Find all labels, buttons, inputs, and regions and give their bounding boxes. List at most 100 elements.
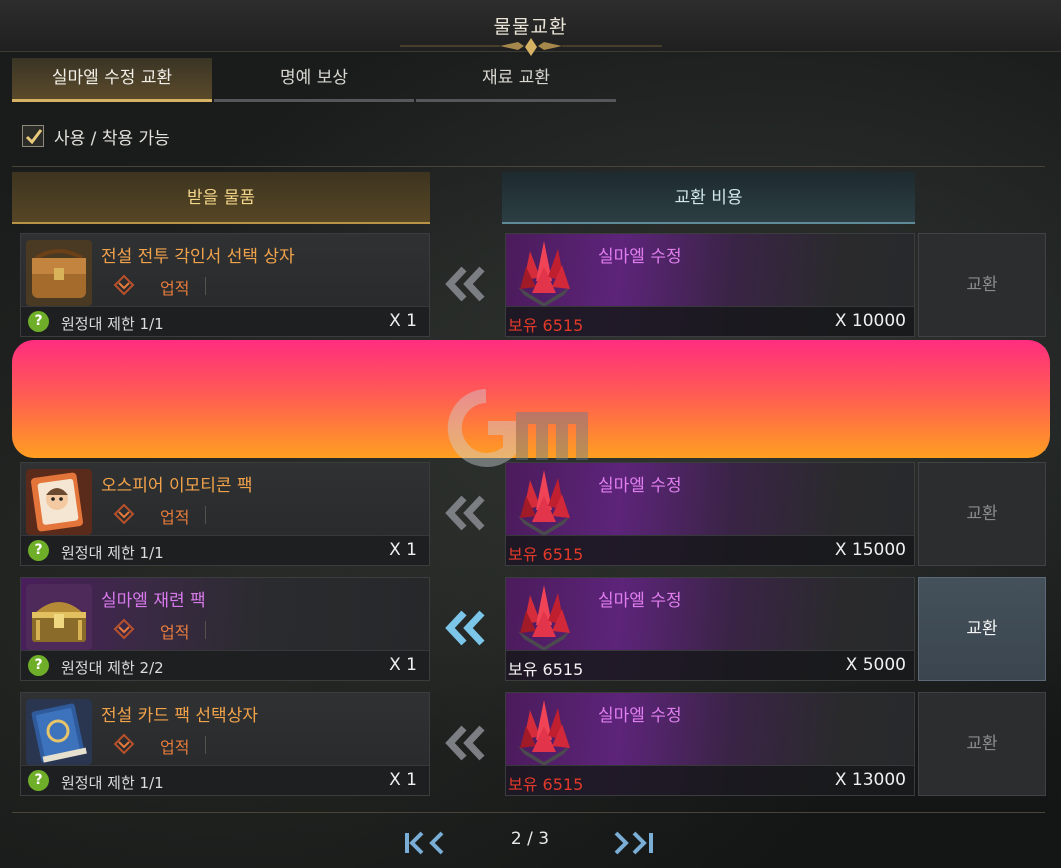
cost-quantity: X 12500 [834,425,906,445]
owned-amount: 보유 6515 [508,775,584,794]
silmael-crystal-icon [518,585,570,651]
item-grade: 업적 [160,279,190,298]
exchange-button[interactable]: 교환 [918,233,1046,337]
exchange-row: 실마엘 재련 팩 업적 ? 원정대 제한 2/2 X 1 실마엘 수정 보유 6… [0,577,1061,683]
owned-amount: 보유 6515 [508,660,584,679]
grade-chevron-icon [113,503,135,525]
exchange-button[interactable]: 교환 [918,462,1046,566]
help-icon[interactable]: ? [28,655,49,676]
limit-text: 원정대 제한 1/1 [61,315,164,333]
item-name: 전설 전투 각인서 선택 상자 [101,247,295,267]
limit-bar: ? 원정대 제한 1/1 X 1 [21,535,429,565]
usable-filter-label: 사용 / 착용 가능 [54,128,170,149]
exchange-row: 오스피어 이모티콘 팩 업적 ? 원정대 제한 1/1 X 1 실마엘 수정 보… [0,462,1061,568]
receive-items-header: 받을 물품 [12,172,430,224]
cost-slot: 실마엘 수정 보유 6515 X 15000 [505,462,915,566]
help-icon[interactable]: ? [28,311,49,332]
limit-text: 원정대 제한 1/1 [61,429,164,447]
page-indicator: 2 / 3 [510,829,550,849]
divider [205,506,206,524]
divider [12,166,1045,167]
limit-bar: ? 원정대 제한 1/1 X 1 [21,306,429,336]
item-name: 실마엘 재련 팩 [101,591,206,611]
leather-bag-icon [26,240,92,306]
tab-material-exchange[interactable]: 재료 교환 [416,58,616,102]
divider [205,621,206,639]
owned-amount: 보유 6515 [508,545,584,564]
item-grade: 업적 [160,393,190,412]
limit-bar: ? 원정대 제한 1/1 X 1 [21,765,429,795]
cost-slot: 실마엘 수정 보유 6515 X 13000 [505,692,915,796]
silmael-crystal-icon [518,700,570,766]
item-quantity: X 1 [389,311,417,331]
cost-quantity: X 10000 [834,311,906,331]
first-page-icon[interactable] [402,830,450,856]
item-name: 로웬식 슈납스 [101,361,201,381]
tab-silmael-exchange[interactable]: 실마엘 수정 교환 [12,58,212,102]
schnapps-drink-icon [26,354,92,420]
cost-slot: 실마엘 수정 보유 6515 X 5000 [505,577,915,681]
cost-item-name: 실마엘 수정 [598,361,682,381]
usable-filter: 사용 / 착용 가능 [22,122,170,150]
window-title: 물물교환 [493,16,568,38]
double-chevron-left-icon [445,610,485,646]
divider [205,277,206,295]
cost-quantity: X 15000 [834,540,906,560]
grade-chevron-icon [113,618,135,640]
double-chevron-left-icon [445,495,485,531]
item-name: 오스피어 이모티콘 팩 [101,476,253,496]
reward-item-slot[interactable]: 로웬식 슈납스 업적 ? 원정대 제한 1/1 X 1 [20,347,430,451]
cost-item-name: 실마엘 수정 [598,247,682,267]
reward-item-slot[interactable]: 전설 전투 각인서 선택 상자 업적 ? 원정대 제한 1/1 X 1 [20,233,430,337]
help-icon[interactable]: ? [28,540,49,561]
limit-text: 원정대 제한 1/1 [61,544,164,562]
cost-slot: 실마엘 수정 보유 6515 X 10000 [505,233,915,337]
card-pack-book-icon [26,699,92,765]
help-icon[interactable]: ? [28,425,49,446]
exchange-button[interactable]: 교환 [918,577,1046,681]
double-chevron-left-icon [445,725,485,761]
divider [205,736,206,754]
emoticon-pack-icon [26,469,92,535]
cost-item-name: 실마엘 수정 [598,591,682,611]
reward-item-slot[interactable]: 실마엘 재련 팩 업적 ? 원정대 제한 2/2 X 1 [20,577,430,681]
cost-item-name: 실마엘 수정 [598,476,682,496]
cost-bar: 보유 6515 X 10000 [506,306,914,336]
item-grade: 업적 [160,623,190,642]
item-name: 전설 카드 팩 선택상자 [101,706,258,726]
grade-chevron-icon [113,733,135,755]
exchange-button[interactable]: 교환 [918,347,1046,451]
item-grade: 업적 [160,508,190,527]
limit-text: 원정대 제한 1/1 [61,774,164,792]
owned-amount: 보유 6515 [508,316,584,335]
exchange-cost-header: 교환 비용 [502,172,915,224]
divider [12,812,1045,813]
checkmark-icon [25,129,43,145]
cost-quantity: X 13000 [834,770,906,790]
double-chevron-left-icon [445,266,485,302]
help-icon[interactable]: ? [28,770,49,791]
cost-bar: 보유 6515 X 13000 [506,765,914,795]
reward-item-slot[interactable]: 오스피어 이모티콘 팩 업적 ? 원정대 제한 1/1 X 1 [20,462,430,566]
title-ornament-icon [400,38,662,56]
pagination: 2 / 3 [0,824,1061,860]
item-quantity: X 1 [389,425,417,445]
silmael-crystal-icon [518,470,570,536]
exchange-row: 전설 카드 팩 선택상자 업적 ? 원정대 제한 1/1 X 1 실마엘 수정 … [0,692,1061,798]
cost-item-name: 실마엘 수정 [598,706,682,726]
exchange-button[interactable]: 교환 [918,692,1046,796]
divider [205,391,206,409]
watermark-logo-icon [447,389,588,467]
reward-item-slot[interactable]: 전설 카드 팩 선택상자 업적 ? 원정대 제한 1/1 X 1 [20,692,430,796]
exchange-row: 전설 전투 각인서 선택 상자 업적 ? 원정대 제한 1/1 X 1 실마엘 … [0,233,1061,339]
item-quantity: X 1 [389,540,417,560]
tab-honor-reward[interactable]: 명예 보상 [214,58,414,102]
cost-bar: 보유 6515 X 5000 [506,650,914,680]
usable-filter-checkbox[interactable] [22,125,44,147]
grade-chevron-icon [113,274,135,296]
last-page-icon[interactable] [610,830,658,856]
limit-bar: ? 원정대 제한 1/1 X 1 [21,420,429,450]
silmael-crystal-icon [518,241,570,307]
item-quantity: X 1 [389,655,417,675]
grade-chevron-icon [113,388,135,410]
